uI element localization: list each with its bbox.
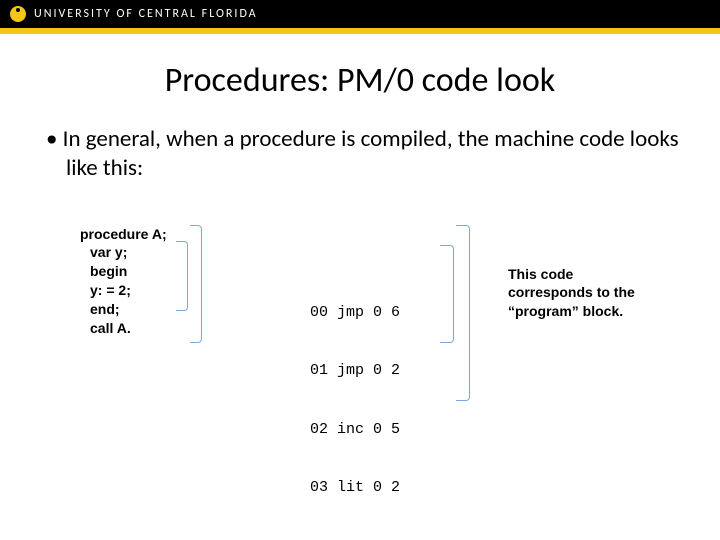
header-bar: UNIVERSITY OF CENTRAL FLORIDA <box>0 0 720 28</box>
src-line: procedure A; <box>80 225 250 244</box>
machine-code-block: 00 jmp 0 6 01 jmp 0 2 02 inc 0 5 03 lit … <box>310 225 500 540</box>
org-name: UNIVERSITY OF CENTRAL FLORIDA <box>34 7 258 21</box>
ucf-pegasus-icon <box>10 6 26 22</box>
mc-line: 00 jmp 0 6 <box>310 303 500 323</box>
content-row: procedure A; var y; begin y: = 2; end; c… <box>40 225 680 540</box>
bracket-machine-inner <box>440 245 454 343</box>
bracket-source-outer <box>190 225 202 343</box>
src-line: end; <box>80 300 250 319</box>
slide-body: Procedures: PM/0 code look In general, w… <box>0 34 720 540</box>
src-line: begin <box>80 262 250 281</box>
bracket-source-inner <box>176 241 188 311</box>
mc-line: 04 sto 0 5 <box>310 537 500 540</box>
src-line: y: = 2; <box>80 281 250 300</box>
src-line: var y; <box>80 243 250 262</box>
source-code-block: procedure A; var y; begin y: = 2; end; c… <box>80 225 250 338</box>
mc-line: 02 inc 0 5 <box>310 420 500 440</box>
annotation-note: This code corresponds to the “program” b… <box>508 265 648 322</box>
mc-line: 03 lit 0 2 <box>310 478 500 498</box>
src-line: call A. <box>80 319 250 338</box>
bullet-main: In general, when a procedure is compiled… <box>46 125 680 183</box>
bracket-machine-outer <box>456 225 470 401</box>
slide-title: Procedures: PM/0 code look <box>40 60 680 101</box>
mc-line: 01 jmp 0 2 <box>310 361 500 381</box>
